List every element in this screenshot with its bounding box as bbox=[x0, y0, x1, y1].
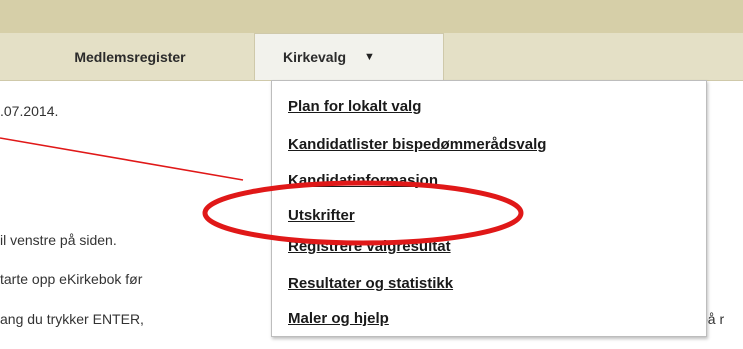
menu-item-maler-og-hjelp[interactable]: Maler og hjelp bbox=[288, 310, 389, 327]
menu-item-registrere-valgresultat[interactable]: Registrere valgresultat bbox=[288, 238, 451, 255]
menu-item-kandidatinformasjon[interactable]: Kandidatinformasjon bbox=[288, 172, 438, 189]
tab-label: Medlemsregister bbox=[74, 48, 186, 65]
tab-medlemsregister[interactable]: Medlemsregister bbox=[20, 33, 240, 80]
menu-item-utskrifter[interactable]: Utskrifter bbox=[288, 207, 355, 224]
top-banner bbox=[0, 0, 743, 34]
content-text: tarte opp eKirkebok før bbox=[0, 271, 143, 287]
kirkevalg-dropdown-menu: Plan for lokalt valg Kandidatlister bisp… bbox=[271, 80, 707, 337]
caret-down-icon[interactable]: ▼ bbox=[364, 51, 375, 63]
tab-label: Kirkevalg bbox=[283, 49, 347, 65]
annotation-pointer-line bbox=[0, 137, 244, 181]
menu-item-kandidatlister[interactable]: Kandidatlister bispedømmerådsvalg bbox=[288, 136, 546, 153]
menu-item-plan-for-lokalt-valg[interactable]: Plan for lokalt valg bbox=[288, 98, 421, 115]
tab-kirkevalg[interactable]: Kirkevalg ▼ bbox=[254, 33, 444, 80]
content-text: ang du trykker ENTER, bbox=[0, 311, 144, 327]
main-navigation: Medlemsregister Kirkevalg ▼ bbox=[0, 33, 743, 81]
content-text: il venstre på siden. bbox=[0, 232, 117, 248]
menu-item-resultater-og-statistikk[interactable]: Resultater og statistikk bbox=[288, 275, 453, 292]
content-text: .07.2014. bbox=[0, 103, 59, 119]
